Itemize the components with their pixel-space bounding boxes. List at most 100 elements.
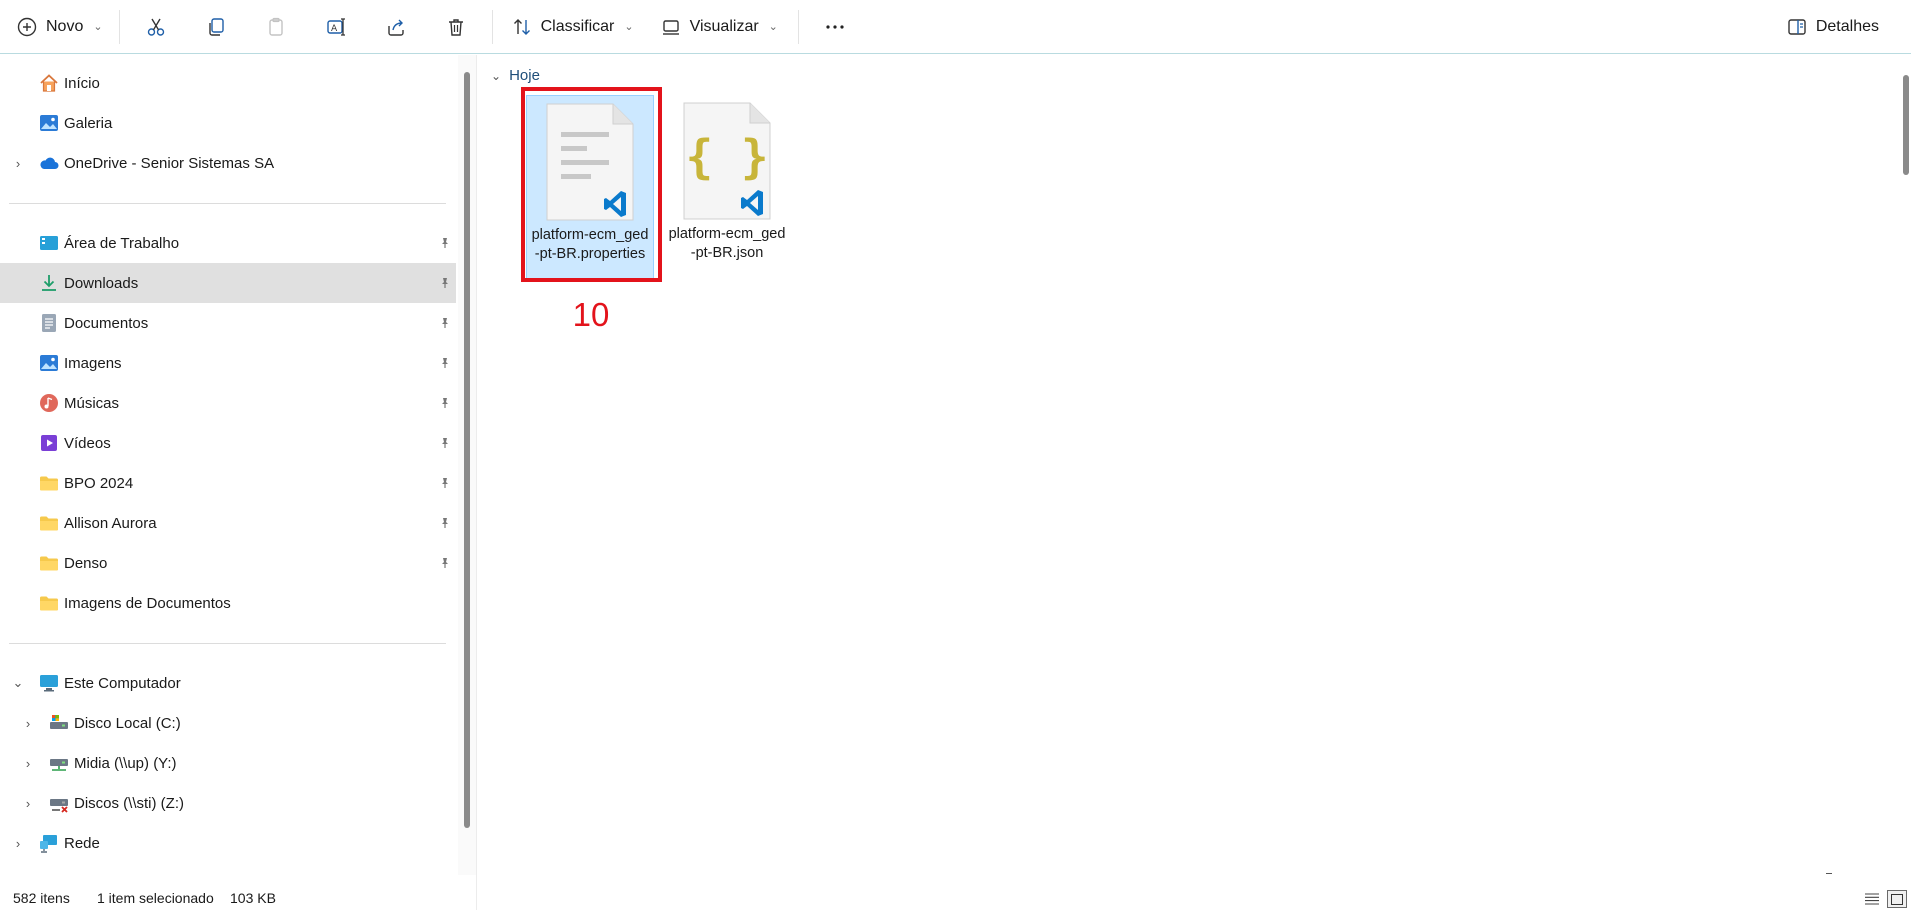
chevron-right-icon[interactable]: › <box>21 716 35 731</box>
item-count: 582 itens <box>13 890 70 906</box>
copy-button[interactable] <box>186 7 246 47</box>
content-scrollbar-thumb[interactable] <box>1903 75 1909 175</box>
pin-icon[interactable] <box>438 436 452 450</box>
pin-icon[interactable] <box>438 316 452 330</box>
view-button[interactable]: Visualizar ⌄ <box>646 7 792 47</box>
sidebar-item-gallery[interactable]: Galeria <box>0 103 456 143</box>
details-view-button[interactable] <box>1862 890 1882 908</box>
cut-button[interactable] <box>126 7 186 47</box>
resize-marker <box>1826 873 1832 874</box>
sort-button[interactable]: Classificar ⌄ <box>499 7 646 47</box>
sidebar-item-label: Início <box>64 74 100 92</box>
sidebar-item-label: Vídeos <box>64 434 111 452</box>
sidebar-item-label: Músicas <box>64 394 120 412</box>
sort-icon <box>513 18 530 35</box>
sidebar-item-home[interactable]: Início <box>0 63 456 103</box>
chevron-right-icon[interactable]: › <box>21 756 35 771</box>
svg-text:A: A <box>331 24 338 34</box>
sidebar-item-label: Documentos <box>64 314 149 332</box>
sidebar-item-folder[interactable]: Denso <box>0 543 456 583</box>
rename-button[interactable]: A <box>306 7 366 47</box>
pin-icon[interactable] <box>438 356 452 370</box>
videos-icon <box>38 432 60 454</box>
list-view-icon <box>1865 893 1879 905</box>
sidebar-item-label: Galeria <box>64 114 113 132</box>
sidebar-item-folder[interactable]: Allison Aurora <box>0 503 456 543</box>
chevron-right-icon[interactable]: › <box>11 836 25 851</box>
more-options-button[interactable] <box>805 7 865 47</box>
sidebar-item-label: Imagens <box>64 354 122 372</box>
sidebar-item-folder[interactable]: BPO 2024 <box>0 463 456 503</box>
computer-icon <box>38 672 60 694</box>
sort-button-label: Classificar <box>540 17 615 35</box>
chevron-right-icon[interactable]: › <box>21 796 35 811</box>
network-drive-icon <box>48 752 70 774</box>
sidebar-item-pictures[interactable]: Imagens <box>0 343 456 383</box>
chevron-down-icon: ⌄ <box>491 68 502 83</box>
disconnected-drive-icon <box>48 792 70 814</box>
sidebar-item-label: Discos (\\sti) (Z:) <box>74 794 184 812</box>
sidebar-item-videos[interactable]: Vídeos <box>0 423 456 463</box>
sidebar-item-label: Área de Trabalho <box>64 234 180 252</box>
sidebar-item-drive-y[interactable]: › Midia (\\up) (Y:) <box>0 743 456 783</box>
sidebar-item-label: Disco Local (C:) <box>74 714 181 732</box>
chevron-down-icon[interactable]: ⌄ <box>11 675 25 690</box>
sidebar-item-this-pc[interactable]: ⌄ Este Computador <box>0 663 456 703</box>
pin-icon[interactable] <box>438 476 452 490</box>
sidebar-item-desktop[interactable]: Área de Trabalho <box>0 223 456 263</box>
sidebar-item-downloads[interactable]: Downloads <box>0 263 456 303</box>
group-header-today[interactable]: ⌄ Hoje <box>491 67 540 84</box>
plus-circle-icon <box>17 17 37 36</box>
selection-size: 103 KB <box>230 890 276 906</box>
sidebar-item-documents[interactable]: Documentos <box>0 303 456 343</box>
toolbar-separator <box>491 9 493 44</box>
pin-icon[interactable] <box>438 556 452 570</box>
file-item[interactable]: { } platform-ecm_ged-pt-BR.json <box>663 95 791 282</box>
folder-icon <box>38 592 60 614</box>
folder-icon <box>38 552 60 574</box>
file-view[interactable]: ⌄ Hoje platform-ecm_ged-pt-BR.properties <box>477 55 1911 875</box>
sidebar-item-drive-c[interactable]: › Disco Local (C:) <box>0 703 456 743</box>
navigation-pane: Início Galeria › OneDrive - Senior Siste… <box>0 55 456 875</box>
file-name: platform-ecm_ged-pt-BR.json <box>668 226 786 261</box>
sidebar-item-network[interactable]: › Rede <box>0 823 456 863</box>
delete-button[interactable] <box>426 7 486 47</box>
pin-icon[interactable] <box>438 516 452 530</box>
sidebar-item-music[interactable]: Músicas <box>0 383 456 423</box>
sidebar-item-label: BPO 2024 <box>64 474 134 492</box>
sidebar-item-onedrive[interactable]: › OneDrive - Senior Sistemas SA <box>0 143 456 183</box>
pin-icon[interactable] <box>438 276 452 290</box>
details-button-label: Detalhes <box>1815 18 1879 35</box>
folder-icon <box>38 512 60 534</box>
sidebar-scrollbar-thumb[interactable] <box>464 72 470 828</box>
pin-icon[interactable] <box>438 236 452 250</box>
sidebar-item-label: OneDrive - Senior Sistemas SA <box>64 154 275 172</box>
view-button-label: Visualizar <box>689 17 759 35</box>
annotation-highlight-box <box>521 87 662 282</box>
command-bar: Novo ⌄ A Classificar ⌄ Visualizar ⌄ Deta… <box>0 0 1911 54</box>
paste-button[interactable] <box>246 7 306 47</box>
sidebar-item-folder[interactable]: Imagens de Documentos <box>0 583 456 623</box>
new-button[interactable]: Novo ⌄ <box>0 7 113 47</box>
cloud-icon <box>38 152 60 174</box>
more-icon <box>826 24 844 29</box>
view-icon <box>662 19 679 35</box>
download-icon <box>38 272 60 294</box>
sidebar-item-label: Downloads <box>64 274 139 292</box>
details-pane-icon <box>1788 19 1806 35</box>
toolbar-separator <box>118 9 120 44</box>
sidebar-item-label: Denso <box>64 554 108 572</box>
sidebar-divider <box>9 643 446 644</box>
large-icons-view-button[interactable] <box>1887 890 1907 908</box>
documents-icon <box>38 312 60 334</box>
rename-icon: A <box>326 17 345 36</box>
chevron-right-icon[interactable]: › <box>11 156 25 171</box>
sidebar-item-label: Rede <box>64 834 100 852</box>
share-button[interactable] <box>366 7 426 47</box>
details-button[interactable]: Detalhes <box>1776 7 1889 47</box>
sidebar-divider <box>9 203 446 204</box>
sidebar-item-drive-z[interactable]: › Discos (\\sti) (Z:) <box>0 783 456 823</box>
toolbar-separator <box>797 9 799 44</box>
svg-text:{ }: { } <box>685 130 768 184</box>
pin-icon[interactable] <box>438 396 452 410</box>
